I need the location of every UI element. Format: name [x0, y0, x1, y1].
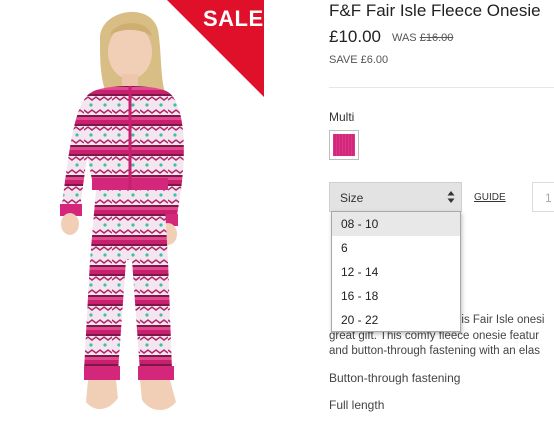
description-line: and button-through fastening with an ela… [329, 345, 540, 357]
size-option[interactable]: 16 - 18 [332, 284, 460, 308]
size-option[interactable]: 12 - 14 [332, 260, 460, 284]
quantity-value: 1 [545, 191, 552, 205]
sale-badge-text: SALE [203, 6, 264, 31]
colour-swatch[interactable] [329, 130, 359, 160]
colour-label: Multi [329, 110, 355, 124]
size-option[interactable]: 20 - 22 [332, 308, 460, 332]
current-price: £10.00 [329, 27, 381, 46]
size-dropdown-list[interactable]: 08 - 10 6 12 - 14 16 - 18 20 - 22 [331, 211, 461, 332]
size-option[interactable]: 6 [332, 236, 460, 260]
size-select[interactable]: Size [329, 182, 462, 212]
save-amount: SAVE £6.00 [329, 54, 389, 66]
size-option[interactable]: 08 - 10 [332, 212, 460, 236]
size-select-label: Size [340, 191, 364, 205]
quantity-field[interactable]: 1 [532, 182, 554, 212]
divider [329, 87, 554, 88]
size-guide-link[interactable]: GUIDE [474, 192, 506, 203]
was-price: WAS £16.00 [392, 32, 453, 44]
was-label: WAS [392, 32, 417, 44]
product-title: F&F Fair Isle Fleece Onesie [329, 1, 541, 20]
colour-swatch-fill [333, 134, 355, 156]
feature-item: Button-through fastening [329, 371, 461, 385]
was-price-value: £16.00 [419, 32, 454, 44]
select-arrows-icon [447, 191, 455, 203]
feature-item: Full length [329, 398, 385, 412]
